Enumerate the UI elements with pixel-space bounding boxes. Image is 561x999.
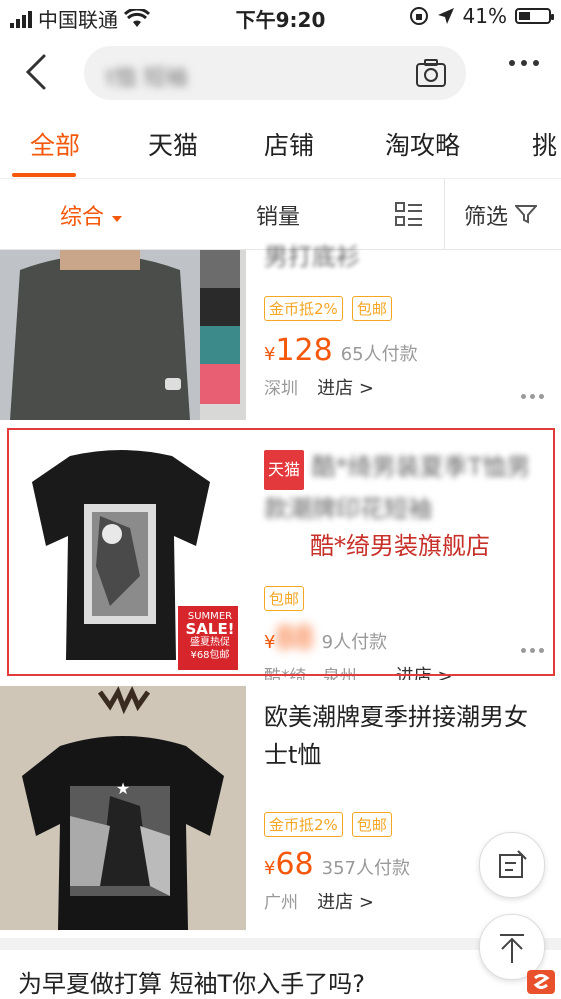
search-query-text: t恤 短袖 — [106, 66, 188, 91]
feedback-button[interactable] — [479, 832, 545, 898]
battery-icon — [515, 8, 554, 24]
filter-button[interactable]: 筛选 — [464, 199, 539, 231]
free-shipping-tag: 包邮 — [351, 812, 392, 837]
store-row: 深圳 进店 > — [264, 374, 551, 400]
sort-comprehensive[interactable]: 综合 — [60, 199, 123, 231]
product-card[interactable]: ★ 欧美潮牌夏季拼接潮男女士t恤 金币抵2% 包邮 ¥ 68 357人付款 广州… — [0, 680, 561, 938]
currency-symbol: ¥ — [264, 858, 276, 879]
currency-symbol: ¥ — [264, 344, 276, 365]
list-view-toggle-icon[interactable] — [394, 201, 424, 229]
sort-sales[interactable]: 销量 — [256, 199, 300, 231]
tab-tmall[interactable]: 天猫 — [148, 126, 198, 162]
product-thumbnail[interactable] — [0, 250, 246, 420]
watermark-logo-icon — [527, 970, 555, 994]
more-dots-icon[interactable] — [521, 394, 545, 400]
shop-location: 深圳 — [264, 379, 298, 399]
tab-stores[interactable]: 店铺 — [264, 126, 314, 162]
more-options-icon[interactable] — [509, 60, 539, 66]
back-arrow-icon[interactable] — [18, 50, 54, 94]
search-input[interactable]: t恤 短袖 — [84, 46, 466, 100]
battery-percent: 41% — [462, 4, 507, 28]
filter-label: 筛选 — [464, 205, 509, 230]
category-tabs: 全部 天猫 店铺 淘攻略 挑 — [0, 116, 561, 178]
product-price: 68 — [275, 847, 314, 882]
section-separator — [0, 938, 561, 950]
tag-row: 金币抵2% 包邮 — [264, 296, 551, 321]
shop-location: 广州 — [264, 893, 298, 913]
sold-count: 65人付款 — [340, 344, 418, 365]
tab-pick[interactable]: 挑 — [532, 126, 557, 162]
active-tab-indicator — [12, 173, 76, 177]
sort-comprehensive-label: 综合 — [60, 205, 105, 230]
product-thumbnail[interactable]: ★ — [0, 686, 246, 930]
sold-count: 357人付款 — [321, 858, 410, 879]
free-shipping-tag: 包邮 — [351, 296, 392, 321]
battery-level — [519, 12, 531, 20]
product-title: 男打底衫 — [264, 243, 360, 271]
location-icon — [437, 8, 454, 24]
status-bar: 中国联通 下午9:20 41% — [0, 0, 561, 34]
tab-all[interactable]: 全部 — [30, 126, 80, 162]
orientation-lock-icon — [409, 7, 428, 25]
product-price: 128 — [275, 333, 333, 368]
camera-icon[interactable] — [414, 56, 448, 90]
edit-icon — [499, 850, 527, 878]
coin-discount-tag: 金币抵2% — [264, 812, 343, 837]
price-row: ¥ 128 65人付款 — [264, 333, 551, 368]
annotation-label: 酷*绮男装旗舰店 — [310, 532, 490, 560]
product-title: 欧美潮牌夏季拼接潮男女士t恤 — [264, 703, 528, 769]
filter-icon — [513, 205, 539, 224]
search-header: t恤 短袖 — [0, 38, 561, 108]
tab-guides[interactable]: 淘攻略 — [385, 126, 460, 162]
enter-store-link[interactable]: 进店 > — [317, 378, 374, 399]
coin-discount-tag: 金币抵2% — [264, 296, 343, 321]
status-right: 41% — [409, 4, 554, 28]
enter-store-link[interactable]: 进店 > — [317, 892, 374, 913]
product-info: 男打底衫 金币抵2% 包邮 ¥ 128 65人付款 深圳 进店 > — [264, 238, 551, 400]
svg-text:★: ★ — [116, 779, 130, 798]
product-card[interactable]: 男打底衫 金币抵2% 包邮 ¥ 128 65人付款 深圳 进店 > — [0, 243, 561, 420]
dropdown-caret-icon — [112, 216, 123, 222]
